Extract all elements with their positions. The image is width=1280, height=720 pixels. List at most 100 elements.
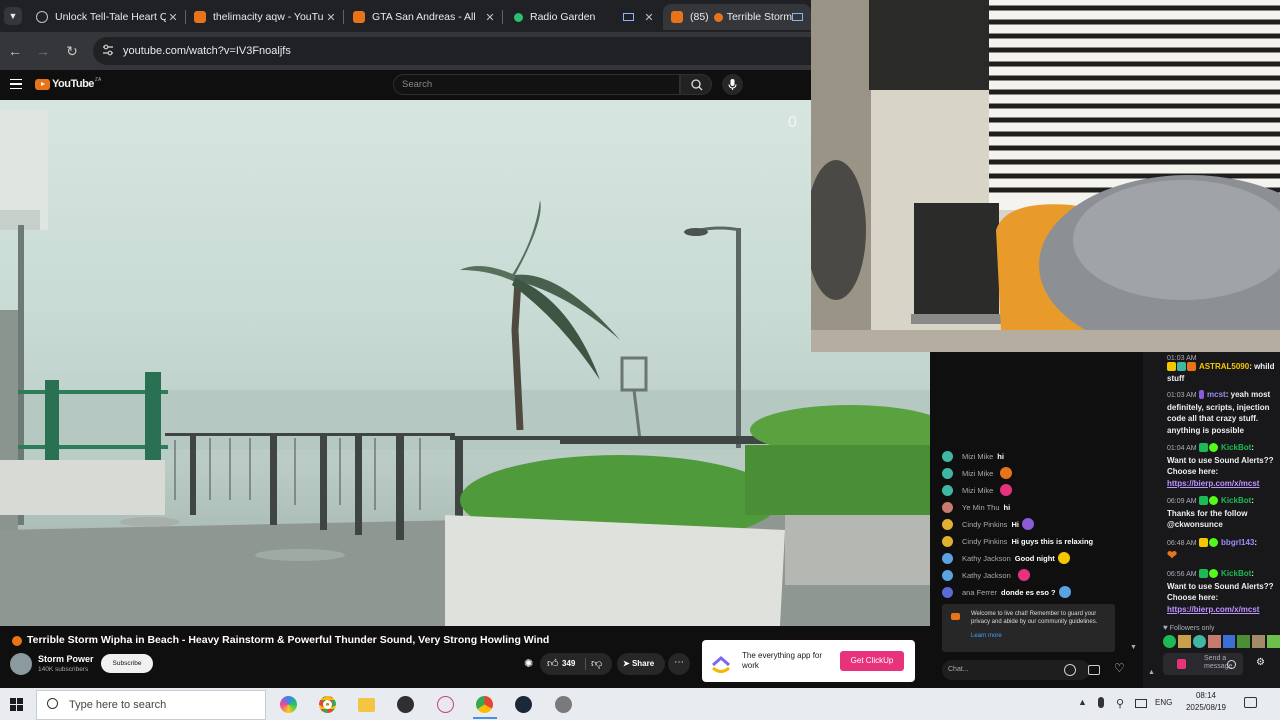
chat-emote-picker-icon[interactable] xyxy=(1227,660,1236,669)
chat-avatar[interactable] xyxy=(942,501,953,513)
picture-in-picture-icon[interactable] xyxy=(792,13,803,21)
notification-icon[interactable] xyxy=(1244,697,1257,708)
ad-cta-button[interactable]: Get ClickUp xyxy=(840,651,904,671)
heart-icon[interactable]: ♡ xyxy=(1114,661,1125,675)
file-explorer-icon[interactable] xyxy=(358,698,375,712)
site-info-icon[interactable] xyxy=(102,44,114,56)
address-bar[interactable]: youtube.com/watch?v=IV3Fnoaljfs xyxy=(93,37,811,65)
chat-settings-icon[interactable]: ⚙ xyxy=(1256,657,1265,668)
youtube-icon xyxy=(194,11,206,23)
tab-divider xyxy=(343,10,344,24)
display-icon[interactable] xyxy=(1135,699,1147,708)
windows-taskbar: Type here to search ▲ ⚲ ENG 08:14 2025/0… xyxy=(0,688,1280,720)
learn-more-link[interactable]: Learn more xyxy=(971,633,1002,639)
video-player[interactable]: 0 xyxy=(0,100,930,626)
dislike-icon[interactable]: 👎︎ xyxy=(591,657,602,670)
followers-only-notice: ♥ Followers only xyxy=(1163,623,1214,632)
chat-avatar[interactable] xyxy=(942,450,953,462)
obs-icon[interactable] xyxy=(397,696,414,713)
taskbar-clock[interactable]: 08:14 2025/08/19 xyxy=(1183,691,1229,712)
chat-avatar[interactable] xyxy=(942,586,953,598)
ad-text: The everything app for work xyxy=(742,651,823,670)
network-icon[interactable]: ⚲ xyxy=(1116,697,1124,710)
channel-name[interactable]: Storm Power xyxy=(38,654,94,664)
like-icon[interactable]: 👍︎ xyxy=(547,657,559,670)
language-indicator[interactable]: ENG xyxy=(1155,698,1172,707)
chrome-profile-icon[interactable] xyxy=(476,696,493,713)
share-button[interactable]: ➤ Share xyxy=(617,653,665,675)
sub-badge-icon xyxy=(1177,362,1186,372)
picture-in-picture-icon[interactable] xyxy=(623,13,634,21)
ad-banner[interactable]: The everything app for work Get ClickUp xyxy=(702,640,915,682)
taskbar-search-box[interactable]: Type here to search xyxy=(36,690,266,720)
tab-5-active[interactable]: (85) Terrible Storm xyxy=(663,4,811,30)
chat-author[interactable]: Cindy Pinkins xyxy=(962,520,1007,529)
message-text: Thanks for the follow @ckwonsunce xyxy=(1167,508,1248,530)
youtube-icon xyxy=(951,613,960,620)
tab-2[interactable]: thelimacity aqw - YouTu ✕ xyxy=(186,4,344,30)
search-icon xyxy=(47,698,58,709)
clip-icon[interactable]: ✺ xyxy=(524,658,536,670)
back-icon[interactable]: ← xyxy=(5,41,25,61)
tab-3[interactable]: GTA San Andreas - All ✕ xyxy=(345,4,503,30)
steam-icon[interactable] xyxy=(515,696,532,713)
chat-avatar[interactable] xyxy=(942,552,953,564)
close-tab-icon[interactable]: ✕ xyxy=(483,11,497,24)
close-tab-icon[interactable]: ✕ xyxy=(166,11,180,24)
tray-overflow-icon[interactable]: ▲ xyxy=(1078,697,1087,707)
close-tab-icon[interactable]: ✕ xyxy=(642,11,656,24)
recording-dot-icon xyxy=(713,12,723,22)
close-tab-icon[interactable]: ✕ xyxy=(324,11,338,24)
chat-scroll-up-icon[interactable]: ▲ xyxy=(1148,669,1155,676)
youtube-logo[interactable]: YouTube ZA xyxy=(35,77,101,90)
chat-avatar[interactable] xyxy=(942,518,953,530)
chat-author[interactable]: ana Ferrer xyxy=(962,588,997,597)
chat-text: Hi xyxy=(1011,519,1019,529)
chat-author[interactable]: Mizi Mike xyxy=(962,452,993,461)
emote-bar[interactable] xyxy=(1163,635,1280,649)
chat-avatar[interactable] xyxy=(942,467,953,479)
like-count[interactable]: 349 xyxy=(562,659,575,668)
chat-message: 06:56 AM KickBot: Want to use Sound Aler… xyxy=(1167,569,1274,614)
chat-author[interactable]: Mizi Mike xyxy=(962,486,993,495)
chat-avatar[interactable] xyxy=(942,535,953,547)
chat-avatar[interactable] xyxy=(942,569,953,581)
taskbar-active-indicator xyxy=(473,717,497,719)
chat-author[interactable]: Kathy Jackson xyxy=(962,571,1011,580)
chat-author[interactable]: Kathy Jackson xyxy=(962,554,1011,563)
search-button[interactable] xyxy=(680,74,712,95)
emoji-icon[interactable] xyxy=(1064,664,1076,676)
subscribe-button[interactable]: Subscribe xyxy=(101,654,153,673)
message-time: 01:03 AM xyxy=(1167,392,1197,399)
menu-icon[interactable] xyxy=(10,79,22,89)
clock-date: 2025/08/19 xyxy=(1185,703,1227,712)
windows-start-icon[interactable] xyxy=(10,698,23,711)
tab-search-button[interactable]: ▼ xyxy=(4,7,22,25)
chat-author[interactable]: Mizi Mike xyxy=(962,469,993,478)
search-input[interactable]: Search xyxy=(393,74,680,95)
tab-4[interactable]: Radio Garden ✕ xyxy=(504,4,662,30)
message-user: mcst xyxy=(1207,390,1226,399)
super-chat-icon[interactable] xyxy=(1088,665,1100,675)
snipping-tool-icon[interactable] xyxy=(437,696,454,713)
message-link[interactable]: https://bierp.com/x/mcst xyxy=(1167,479,1259,488)
voice-search-button[interactable] xyxy=(722,74,743,95)
chat-scroll-down-icon[interactable]: ▼ xyxy=(1130,644,1137,651)
reload-icon[interactable]: ↻ xyxy=(62,41,82,61)
video-watermark: 0 xyxy=(788,114,797,131)
chat-author[interactable]: Ye Min Thu xyxy=(962,503,1000,512)
chat-message: 06:09 AM KickBot: Thanks for the follow … xyxy=(1167,496,1254,530)
chrome-icon[interactable] xyxy=(319,696,336,713)
more-actions-button[interactable]: ⋯ xyxy=(668,653,690,675)
share-label: Share xyxy=(631,659,655,668)
message-link[interactable]: https://bierp.com/x/mcst xyxy=(1167,605,1259,614)
app-icon[interactable] xyxy=(555,696,572,713)
chat-avatar[interactable] xyxy=(942,484,953,496)
chat-author[interactable]: Cindy Pinkins xyxy=(962,537,1007,546)
channel-avatar[interactable] xyxy=(10,653,32,675)
forward-icon[interactable]: → xyxy=(33,41,53,61)
video-info-panel: Terrible Storm Wipha in Beach - Heavy Ra… xyxy=(0,626,930,688)
copilot-icon[interactable] xyxy=(280,696,297,713)
tab-1[interactable]: Unlock Tell-Tale Heart Q ✕ xyxy=(28,4,186,30)
microphone-tray-icon[interactable] xyxy=(1098,697,1104,708)
